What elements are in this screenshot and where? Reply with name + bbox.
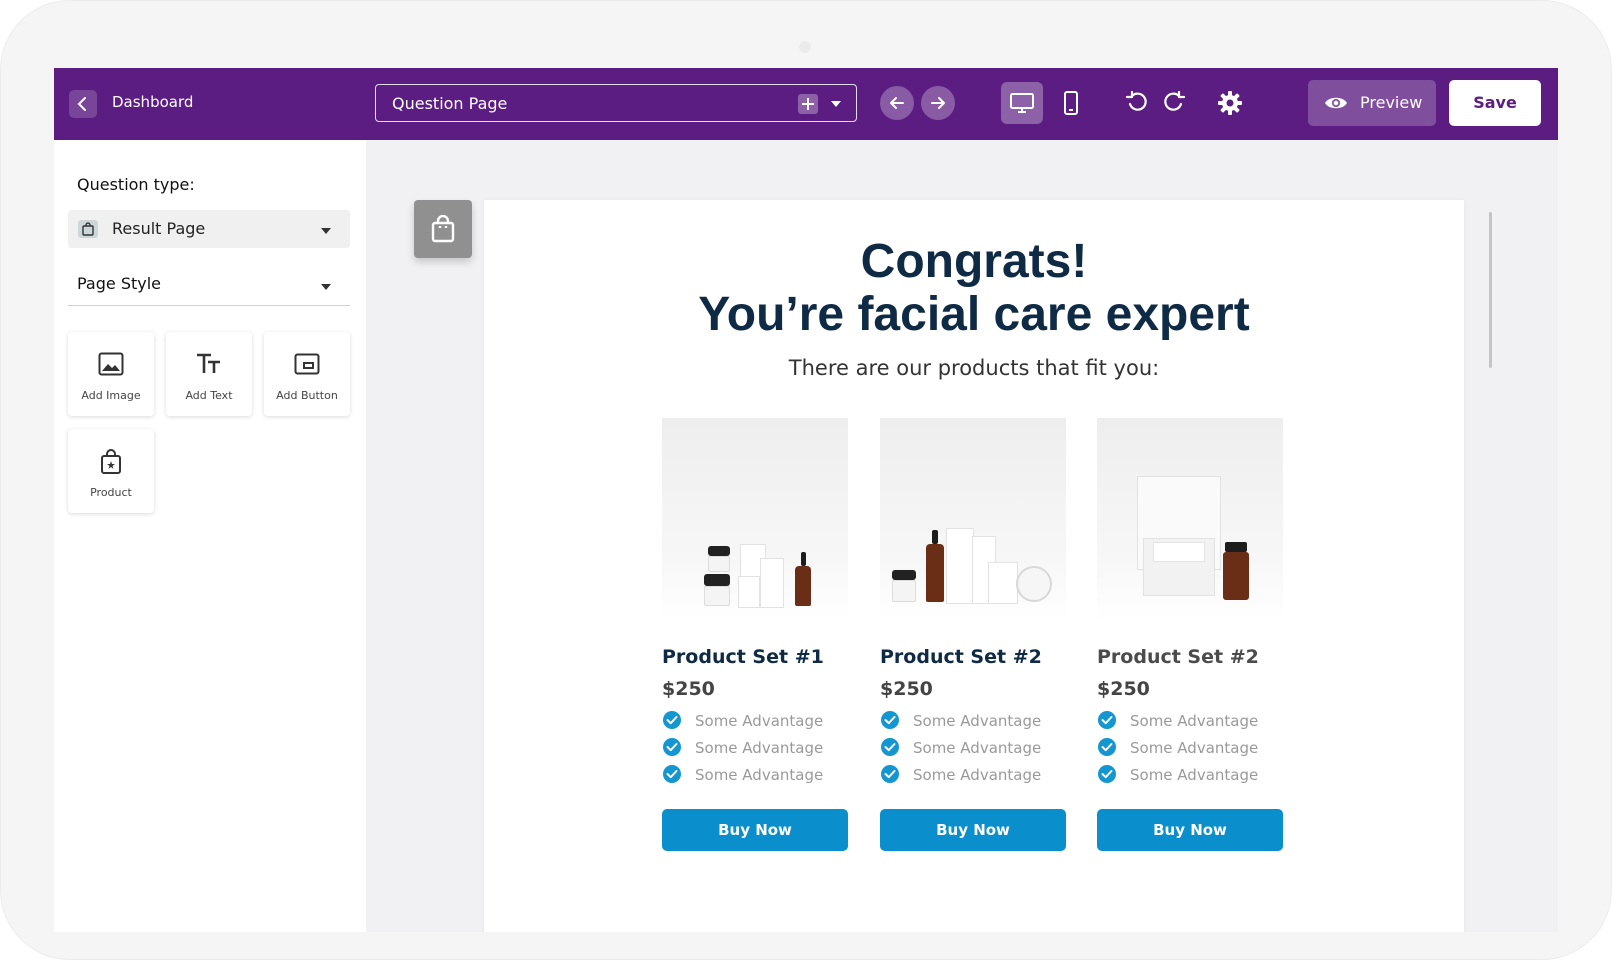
button-icon [294, 353, 320, 375]
advantage-text: Some Advantage [695, 739, 824, 757]
canvas-scrollbar[interactable] [1489, 212, 1492, 368]
shopping-bag-icon [101, 449, 121, 474]
save-label: Save [1473, 93, 1517, 112]
product-label: Product [90, 486, 132, 499]
product-price: $250 [880, 678, 933, 700]
preview-button[interactable]: Preview [1308, 80, 1436, 126]
product-price: $250 [1097, 678, 1150, 700]
camera-dot [799, 41, 811, 53]
chevron-left-icon [77, 97, 86, 111]
desktop-icon [1010, 93, 1034, 113]
advantage-text: Some Advantage [913, 712, 1042, 730]
advantage-item: Some Advantage [880, 710, 1066, 730]
next-page-button[interactable] [921, 86, 955, 120]
gear-icon[interactable] [1217, 90, 1243, 116]
buy-now-button[interactable]: Buy Now [1097, 809, 1283, 851]
arrow-right-icon [931, 97, 945, 109]
plus-icon [802, 98, 814, 110]
check-circle-icon [1098, 765, 1116, 783]
question-type-select[interactable]: Result Page [68, 210, 350, 248]
check-circle-icon [1098, 738, 1116, 756]
preview-label: Preview [1360, 93, 1423, 112]
top-toolbar: Dashboard Question Page Preview Save [54, 68, 1558, 140]
add-button-label: Add Button [276, 389, 338, 402]
add-image-tool[interactable]: Add Image [68, 332, 154, 416]
shopping-bag-icon [78, 220, 98, 238]
mobile-view-button[interactable] [1050, 82, 1092, 124]
product-price: $250 [662, 678, 715, 700]
add-page-button[interactable] [798, 94, 818, 114]
add-text-tool[interactable]: Add Text [166, 332, 252, 416]
add-text-label: Add Text [185, 389, 233, 402]
advantage-text: Some Advantage [1130, 766, 1259, 784]
advantage-text: Some Advantage [913, 739, 1042, 757]
product-name: Product Set #2 [1097, 646, 1259, 668]
page-selector-value: Question Page [392, 94, 508, 113]
advantage-text: Some Advantage [1130, 739, 1259, 757]
product-image [880, 418, 1066, 622]
check-circle-icon [663, 765, 681, 783]
buy-now-button[interactable]: Buy Now [662, 809, 848, 851]
check-circle-icon [1098, 711, 1116, 729]
previous-page-button[interactable] [880, 86, 914, 120]
advantage-item: Some Advantage [662, 710, 848, 730]
save-button[interactable]: Save [1449, 80, 1541, 126]
chevron-down-icon [321, 228, 331, 234]
image-icon [98, 352, 124, 376]
text-icon [197, 353, 220, 373]
desktop-view-button[interactable] [1001, 82, 1043, 124]
product-name: Product Set #2 [880, 646, 1042, 668]
left-panel: Question type: Result Page Page Style Ad… [54, 140, 366, 932]
eye-icon [1325, 97, 1347, 109]
check-circle-icon [881, 738, 899, 756]
product-image [662, 418, 848, 622]
advantage-item: Some Advantage [662, 764, 848, 784]
advantage-text: Some Advantage [1130, 712, 1259, 730]
buy-now-label: Buy Now [936, 821, 1010, 839]
advantage-item: Some Advantage [1097, 737, 1283, 757]
advantage-item: Some Advantage [880, 737, 1066, 757]
result-page-preview: Congrats! You’re facial care expert Ther… [484, 200, 1464, 932]
advantage-item: Some Advantage [1097, 710, 1283, 730]
advantage-item: Some Advantage [662, 737, 848, 757]
redo-icon[interactable] [1161, 90, 1187, 116]
page-selector[interactable]: Question Page [375, 84, 857, 122]
result-page-badge[interactable] [414, 200, 472, 258]
subtitle: There are our products that fit you: [788, 356, 1160, 380]
add-button-tool[interactable]: Add Button [264, 332, 350, 416]
check-circle-icon [663, 738, 681, 756]
shopping-bag-icon [431, 215, 455, 243]
back-button[interactable] [69, 90, 97, 118]
advantage-text: Some Advantage [695, 766, 824, 784]
undo-icon[interactable] [1124, 90, 1150, 116]
check-circle-icon [881, 765, 899, 783]
editor-screen: Dashboard Question Page Preview Save Que… [54, 68, 1558, 932]
headline-congrats: Congrats! [860, 235, 1088, 288]
check-circle-icon [663, 711, 681, 729]
headline-expert: You’re facial care expert [698, 288, 1250, 341]
product-image [1097, 418, 1283, 622]
advantage-text: Some Advantage [913, 766, 1042, 784]
question-type-label: Question type: [77, 175, 195, 194]
editor-canvas: Congrats! You’re facial care expert Ther… [366, 140, 1558, 932]
advantage-text: Some Advantage [695, 712, 824, 730]
buy-now-label: Buy Now [718, 821, 792, 839]
advantage-item: Some Advantage [880, 764, 1066, 784]
dashboard-link[interactable]: Dashboard [112, 93, 193, 111]
arrow-left-icon [890, 97, 904, 109]
check-circle-icon [881, 711, 899, 729]
chevron-down-icon[interactable] [831, 101, 841, 107]
buy-now-button[interactable]: Buy Now [880, 809, 1066, 851]
advantage-item: Some Advantage [1097, 764, 1283, 784]
buy-now-label: Buy Now [1153, 821, 1227, 839]
add-image-label: Add Image [81, 389, 141, 402]
chevron-down-icon [321, 284, 331, 290]
page-style-dropdown[interactable]: Page Style [68, 266, 350, 306]
question-type-value: Result Page [112, 219, 206, 238]
mobile-icon [1064, 91, 1078, 115]
product-tool[interactable]: Product [68, 429, 154, 513]
product-name: Product Set #1 [662, 646, 824, 668]
page-style-label: Page Style [77, 274, 162, 293]
